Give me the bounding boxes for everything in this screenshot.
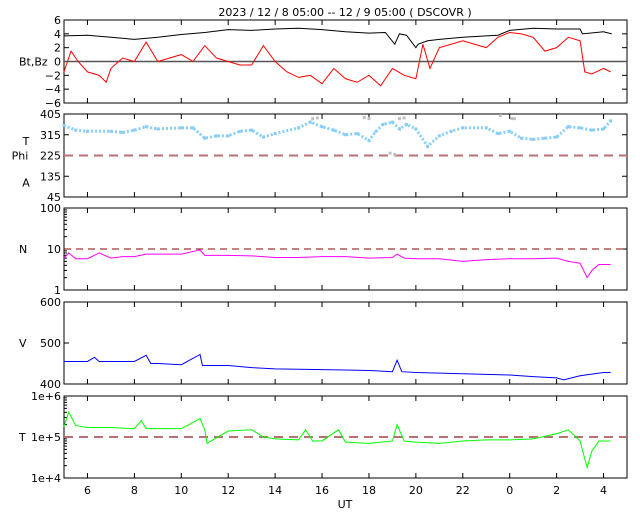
y-tick-label: 1e+4 bbox=[31, 472, 61, 485]
y-tick-label: 1e+6 bbox=[31, 390, 61, 403]
x-axis-label: UT bbox=[338, 498, 353, 511]
y-axis-label: T bbox=[18, 431, 26, 444]
series-line-bt bbox=[63, 27, 612, 49]
x-tick-label: 2 bbox=[553, 484, 560, 497]
plot-frame bbox=[63, 301, 628, 385]
chart-title: 2023 / 12 / 8 05:00 -- 12 / 9 05:00 ( DS… bbox=[218, 6, 471, 19]
y-axis-label: Bt,Bz bbox=[19, 56, 48, 69]
data-point-phi-gray bbox=[402, 116, 406, 120]
x-tick-label: 22 bbox=[456, 484, 470, 497]
y-tick-label: −4 bbox=[45, 83, 61, 96]
y-tick-label: 100 bbox=[40, 202, 61, 215]
data-point-phi-gray bbox=[362, 115, 366, 119]
panel-2: 40531522513545TPhiA bbox=[12, 108, 628, 204]
data-point-phi-gray bbox=[393, 152, 397, 156]
x-tick-label: 0 bbox=[506, 484, 513, 497]
x-tick-label: 10 bbox=[174, 484, 188, 497]
series-line-v bbox=[64, 353, 611, 381]
y-tick-label: 135 bbox=[40, 170, 61, 183]
y-tick-label: 10 bbox=[47, 243, 61, 256]
x-tick-label: 18 bbox=[362, 484, 376, 497]
x-tick-label: 6 bbox=[84, 484, 91, 497]
panel-3: 100101N bbox=[19, 202, 628, 297]
x-tick-label: 16 bbox=[315, 484, 329, 497]
x-tick-label: 20 bbox=[409, 484, 423, 497]
data-point-phi-gray bbox=[498, 114, 502, 118]
x-tick-label: 14 bbox=[268, 484, 282, 497]
y-axis-label: T bbox=[22, 135, 30, 148]
solar-wind-chart: 2023 / 12 / 8 05:00 -- 12 / 9 05:00 ( DS… bbox=[12, 6, 628, 511]
panel-1: 6420−2−4−6Bt,Bz bbox=[19, 14, 628, 110]
y-axis-label: A bbox=[22, 176, 30, 189]
y-axis-label: Phi bbox=[12, 150, 29, 163]
x-tick-label: 12 bbox=[221, 484, 235, 497]
y-axis-label: N bbox=[19, 243, 27, 256]
panel-4: 600500400V bbox=[19, 296, 628, 391]
x-tick-label: 8 bbox=[131, 484, 138, 497]
y-tick-label: 500 bbox=[40, 337, 61, 350]
y-tick-label: −2 bbox=[45, 69, 61, 82]
series-phi-trace bbox=[63, 119, 612, 149]
y-tick-label: 600 bbox=[40, 296, 61, 309]
data-point-phi-gray bbox=[397, 117, 401, 121]
series-line-n bbox=[63, 249, 611, 279]
data-point-phi-gray bbox=[388, 151, 392, 155]
data-point-phi-gray bbox=[512, 117, 516, 121]
y-tick-label: 315 bbox=[40, 129, 61, 142]
series-line-t bbox=[63, 411, 611, 470]
data-point-phi-gray bbox=[367, 117, 371, 121]
y-tick-label: 405 bbox=[40, 108, 61, 121]
series-line-bz bbox=[63, 31, 611, 87]
plot-frame bbox=[63, 113, 628, 198]
panel-5: 6 8 10 12 14 16 18 20 22 0 2 4 1e+6 1e+5 1e+4 T bbox=[18, 390, 628, 497]
y-axis-label: V bbox=[19, 337, 27, 350]
y-tick-label: 1e+5 bbox=[31, 431, 61, 444]
data-point-phi-gray bbox=[311, 117, 315, 121]
y-tick-label: 2 bbox=[54, 42, 61, 55]
y-tick-label: 225 bbox=[40, 150, 61, 163]
x-tick-label: 4 bbox=[600, 484, 607, 497]
y-tick-label: 0 bbox=[54, 56, 61, 69]
data-point-phi-gray bbox=[315, 116, 319, 120]
y-tick-label: 6 bbox=[54, 14, 61, 27]
y-tick-label: 4 bbox=[54, 28, 61, 41]
